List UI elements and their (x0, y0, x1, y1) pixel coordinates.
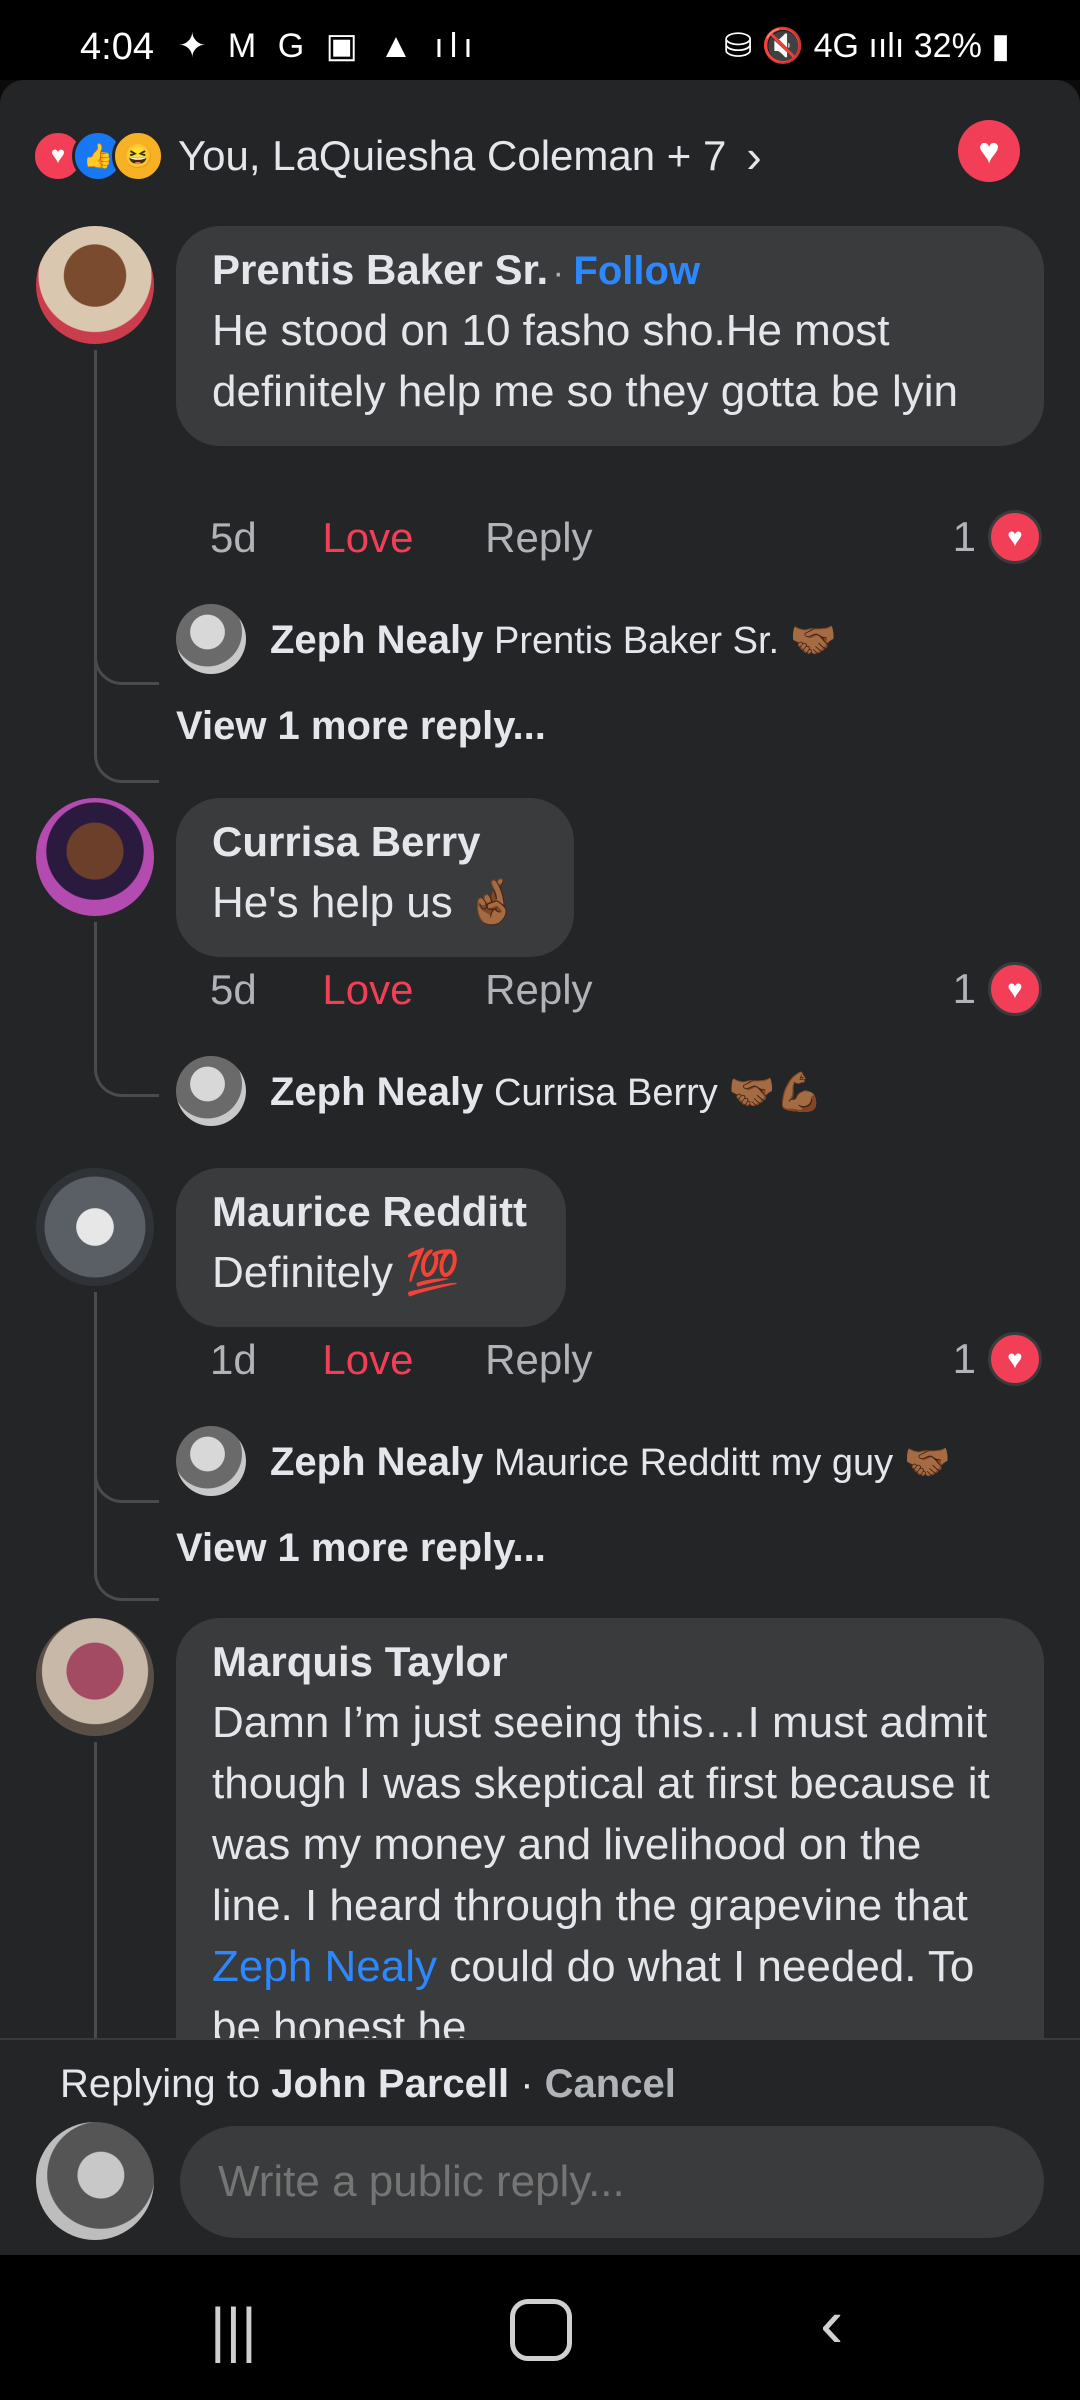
comment-bubble[interactable]: Prentis Baker Sr. · Follow He stood on 1… (176, 226, 1044, 446)
thread-connector (94, 1512, 159, 1601)
status-time: 4:04 (80, 26, 154, 68)
reply-button[interactable]: Reply (485, 514, 592, 561)
battery-level: 32% (913, 27, 982, 65)
system-icons: ⛁ 🔇 4G ıılı 32% ▮ (724, 26, 1010, 66)
recent-apps-icon[interactable]: ||| (210, 2295, 257, 2364)
home-icon[interactable] (510, 2299, 572, 2361)
reply-preview[interactable]: Zeph Nealy Currisa Berry 🤝🏾💪🏾 (270, 1070, 823, 1115)
reply-preview[interactable]: Zeph Nealy Maurice Redditt my guy 🤝🏾 (270, 1440, 951, 1485)
comment-actions: 5d Love Reply (210, 966, 593, 1014)
comment-actions: 5d Love Reply (210, 514, 593, 562)
reaction-count[interactable]: 1 ♥ (953, 510, 1042, 564)
comment-bubble[interactable]: Currisa Berry He's help us 🤞🏾 (176, 798, 574, 957)
reply-preview[interactable]: Zeph Nealy Prentis Baker Sr. 🤝🏾 (270, 618, 837, 663)
comments-panel: ♥ 👍 😆 You, LaQuiesha Coleman + 7 › ♥ Pre… (0, 80, 1080, 2255)
reaction-count-value: 1 (952, 965, 976, 1012)
avatar[interactable] (36, 226, 154, 344)
reaction-count[interactable]: 1 ♥ (953, 1332, 1042, 1386)
comment-text: He's help us 🤞🏾 (212, 878, 520, 927)
love-heart-icon[interactable]: ♥ (958, 120, 1020, 182)
heart-icon: ♥ (988, 962, 1042, 1016)
notification-icons: ✦ M G ▣ ▲ ılı (178, 27, 479, 65)
reactions-names: You, LaQuiesha Coleman + 7 (178, 132, 727, 179)
heart-icon: ♥ (988, 1332, 1042, 1386)
reply-text: Currisa Berry 🤝🏾💪🏾 (493, 1072, 823, 1114)
comment-text: Damn I’m just seeing this…I must admit t… (212, 1692, 1008, 2058)
comment-time: 5d (210, 966, 257, 1013)
signal-icons: ⛁ 🔇 4G ıılı (723, 27, 905, 65)
haha-reaction-icon: 😆 (112, 130, 164, 182)
reaction-count-value: 1 (952, 513, 976, 560)
reply-text: Prentis Baker Sr. 🤝🏾 (493, 620, 837, 662)
reaction-count[interactable]: 1 ♥ (953, 962, 1042, 1016)
comment-time: 5d (210, 514, 257, 561)
avatar[interactable] (36, 1168, 154, 1286)
status-bar: 4:04 ✦ M G ▣ ▲ ılı ⛁ 🔇 4G ıılı 32% ▮ (0, 0, 1080, 80)
system-nav-bar: ||| ‹ (0, 2255, 1080, 2400)
comment-author[interactable]: Maurice Redditt (212, 1188, 527, 1235)
replying-prefix: Replying to (60, 2062, 272, 2106)
cancel-reply-button[interactable]: Cancel (545, 2062, 676, 2106)
comment-text-part: Damn I’m just seeing this…I must admit t… (212, 1698, 990, 1930)
avatar (36, 2122, 154, 2240)
comment-text: Definitely 💯 (212, 1248, 460, 1297)
comment-bubble[interactable]: Maurice Redditt Definitely 💯 (176, 1168, 566, 1327)
avatar[interactable] (36, 798, 154, 916)
reply-button[interactable]: Reply (485, 1336, 592, 1383)
separator-dot: · (509, 2062, 545, 2106)
separator-dot: · (552, 254, 574, 292)
replying-to-banner: Replying to John Parcell · Cancel (60, 2062, 676, 2107)
mention-link[interactable]: Zeph Nealy (212, 1942, 437, 1991)
comment-author[interactable]: Prentis Baker Sr. (212, 246, 548, 293)
reply-composer: Replying to John Parcell · Cancel (0, 2038, 1080, 2257)
reply-author: Zeph Nealy (270, 618, 484, 662)
avatar[interactable] (176, 1426, 246, 1496)
reply-author: Zeph Nealy (270, 1070, 484, 1114)
replying-to-name: John Parcell (271, 2062, 510, 2106)
avatar[interactable] (176, 604, 246, 674)
reply-text: Maurice Redditt my guy 🤝🏾 (493, 1442, 951, 1484)
comment-time: 1d (210, 1336, 257, 1383)
love-button[interactable]: Love (322, 514, 413, 561)
chevron-right-icon: › (746, 130, 762, 182)
reactions-summary[interactable]: ♥ 👍 😆 You, LaQuiesha Coleman + 7 › (32, 124, 762, 188)
thread-connector (94, 994, 159, 1097)
reaction-count-value: 1 (952, 1335, 976, 1382)
follow-button[interactable]: Follow (573, 249, 700, 293)
back-icon[interactable]: ‹ (820, 2283, 843, 2363)
thread-connector (94, 642, 159, 685)
view-more-replies[interactable]: View 1 more reply... (176, 1526, 546, 1571)
comment-author[interactable]: Currisa Berry (212, 818, 480, 865)
love-button[interactable]: Love (322, 1336, 413, 1383)
thread-connector (94, 694, 159, 783)
view-more-replies[interactable]: View 1 more reply... (176, 704, 546, 749)
thread-connector (94, 1460, 159, 1503)
reply-author: Zeph Nealy (270, 1440, 484, 1484)
comment-actions: 1d Love Reply (210, 1336, 593, 1384)
avatar[interactable] (36, 1618, 154, 1736)
heart-icon: ♥ (988, 510, 1042, 564)
comment-author[interactable]: Marquis Taylor (212, 1638, 508, 1685)
comment-text: He stood on 10 fasho sho.He most definit… (212, 306, 959, 416)
reply-button[interactable]: Reply (485, 966, 592, 1013)
battery-icon: ▮ (991, 27, 1010, 65)
avatar[interactable] (176, 1056, 246, 1126)
reply-input[interactable] (180, 2126, 1044, 2238)
love-button[interactable]: Love (322, 966, 413, 1013)
